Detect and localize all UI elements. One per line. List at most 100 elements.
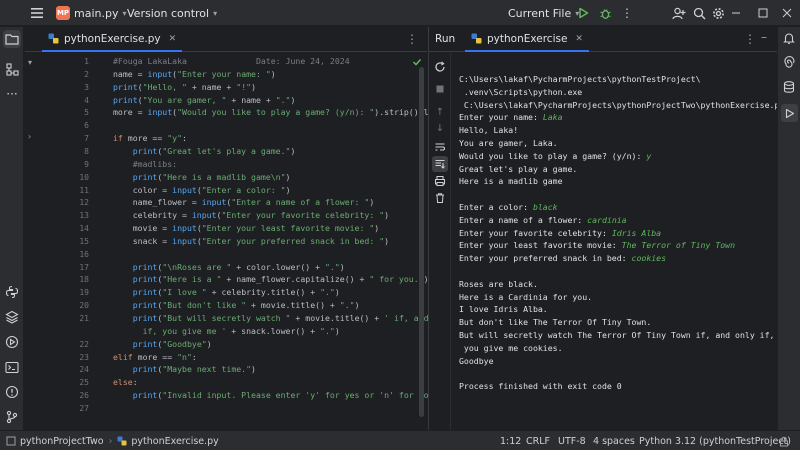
ai-assistant-button[interactable] (782, 56, 796, 73)
maximize-button[interactable] (757, 0, 769, 26)
line-number: 13 (79, 211, 89, 221)
search-button[interactable] (690, 4, 708, 22)
console-user-input: The Terror of Tiny Town (621, 240, 736, 251)
scroll-to-end-button[interactable] (432, 156, 448, 172)
run-config-selector[interactable]: Current File ▾ (508, 0, 579, 26)
play-icon (579, 7, 589, 19)
console-text: You are gamer, Laka. (459, 138, 558, 148)
console-line: Enter your name: Laka (459, 112, 563, 122)
console-line: .venv\Scripts\python.exe (459, 87, 582, 97)
editor-tab-active[interactable]: pythonExercise.py ✕ (42, 27, 183, 52)
run-button[interactable] (574, 4, 592, 22)
code-token: #madlibs: (113, 158, 178, 169)
lock-status[interactable] (779, 431, 789, 450)
line-separator[interactable]: CRLF (526, 431, 550, 450)
code-token: "Here is a " (162, 274, 222, 285)
soft-wrap-button[interactable] (432, 139, 448, 155)
problems-tool-button[interactable] (3, 383, 21, 401)
code-token: input (147, 68, 173, 79)
code-token: "Great let's play a game." (162, 145, 291, 156)
add-user-button[interactable] (670, 4, 688, 22)
project-tool-button[interactable] (3, 30, 21, 48)
caret-position[interactable]: 1:12 (500, 431, 521, 450)
code-line: print("Invalid input. Please enter 'y' f… (113, 390, 444, 400)
soft-wrap-icon (435, 143, 446, 151)
close-run-tab-icon[interactable]: ✕ (575, 34, 583, 44)
line-number: 18 (79, 275, 89, 285)
structure-tool-button[interactable] (3, 60, 21, 78)
line-number: 20 (79, 301, 89, 311)
code-token: "!" (236, 81, 252, 92)
code-token: "Enter your favorite celebrity: " (221, 210, 385, 221)
debug-button[interactable] (596, 4, 614, 22)
vcs-label: Version control (127, 6, 210, 20)
breadcrumb-file[interactable]: pythonExercise.py (131, 436, 218, 447)
python-packages-button[interactable] (3, 283, 21, 301)
console-line: I love Idris Alba. (459, 304, 548, 314)
scroll-down-button[interactable]: ↓ (432, 120, 448, 136)
code-token: + snack.lower() + (226, 325, 321, 336)
code-token: "Enter your name: " (177, 68, 271, 79)
code-token: name_flower = (113, 197, 202, 208)
code-token: "Goodbye" (162, 338, 207, 349)
project-selector[interactable]: MP main.py ▾ (56, 0, 127, 26)
tab-options-icon[interactable]: ⋮ (406, 32, 418, 46)
code-area[interactable]: #Fouga LakaLaka Date: June 24, 2024 name … (113, 53, 458, 430)
code-token: ) (354, 300, 360, 311)
clear-console-button[interactable] (432, 190, 448, 206)
services-tool-button[interactable] (3, 333, 21, 351)
code-token: print (132, 300, 158, 311)
file-encoding[interactable]: UTF-8 (558, 431, 586, 450)
run-options-icon[interactable]: ⋮ (744, 32, 756, 46)
code-line: print("Great let's play a game.") (113, 145, 296, 156)
console-text: you give me cookies. (459, 342, 563, 353)
close-button[interactable] (781, 0, 793, 26)
terminal-tool-button[interactable] (3, 358, 21, 376)
editor-scrollbar[interactable] (419, 67, 424, 417)
run-tab[interactable]: pythonExercise ✕ (465, 27, 589, 52)
minimize-button[interactable] (730, 0, 742, 26)
console-line: Great let's play a game. (459, 164, 577, 174)
line-number: 11 (79, 185, 89, 195)
rerun-button[interactable] (432, 59, 448, 75)
code-token: ) (339, 261, 345, 272)
code-token: + name_flower.capitalize() + (221, 274, 370, 285)
code-line: print("Goodbye") (113, 339, 212, 349)
line-number: 23 (79, 352, 89, 362)
vcs-selector[interactable]: Version control ▾ (127, 0, 217, 26)
indent-setting[interactable]: 4 spaces (593, 431, 635, 450)
more-tools-button[interactable]: ··· (3, 85, 21, 103)
python-interpreter[interactable]: Python 3.12 (pythonTestProject) (639, 431, 791, 450)
stop-button[interactable] (432, 81, 448, 97)
breadcrumb-project[interactable]: pythonProjectTwo (20, 436, 104, 447)
code-token: "You are gamer, " (142, 94, 227, 105)
layers-tool-button[interactable] (3, 308, 21, 326)
main-menu-button[interactable] (30, 0, 44, 26)
console-text: Enter your preferred snack in bed: (459, 253, 632, 264)
code-token: "I love " (162, 287, 207, 298)
settings-button[interactable] (709, 4, 727, 22)
console-line: Process finished with exit code 0 (459, 381, 622, 391)
code-token: ) (384, 235, 390, 246)
code-token: "Enter your least favorite movie: " (201, 223, 375, 234)
code-token: "Here is a madlib game\n" (162, 171, 286, 182)
code-token: "Enter a color: " (201, 184, 286, 195)
run-tool-button[interactable] (781, 104, 798, 122)
code-token: print (113, 94, 138, 105)
notifications-button[interactable] (782, 31, 796, 48)
console-line: Enter a name of a flower: cardinia (459, 215, 627, 225)
more-actions-button[interactable]: ⋮ (618, 4, 636, 22)
print-button[interactable] (432, 173, 448, 189)
console-user-input: cookies (631, 253, 667, 264)
project-name: main.py (74, 6, 119, 20)
database-button[interactable] (782, 80, 796, 97)
hide-panel-icon[interactable]: – (761, 30, 767, 44)
close-tab-icon[interactable]: ✕ (169, 34, 177, 44)
git-tool-button[interactable] (3, 408, 21, 426)
scroll-up-button[interactable]: ↑ (432, 104, 448, 120)
arrow-down-icon: ↓ (435, 122, 445, 134)
console-text: Enter your name: (459, 112, 543, 123)
